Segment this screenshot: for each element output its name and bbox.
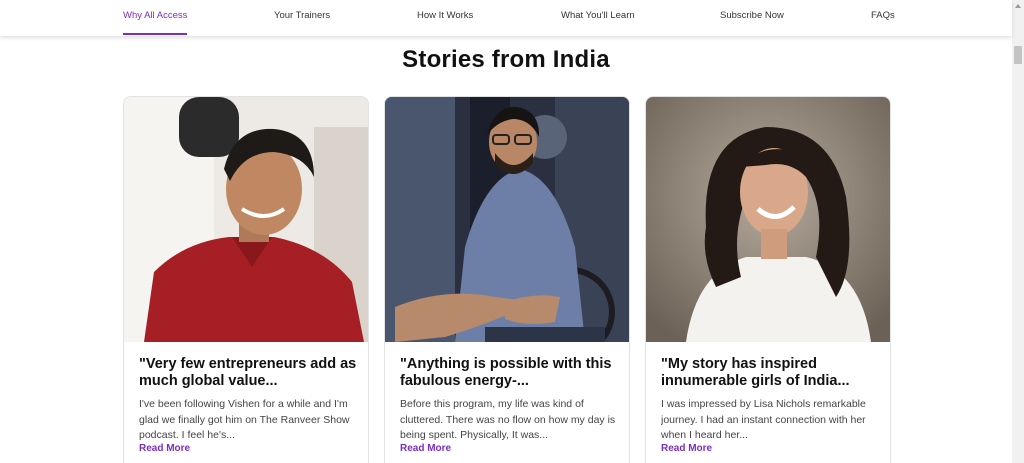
story-excerpt: Before this program, my life was kind of… [400,398,616,441]
scrollbar-thumb[interactable] [1014,46,1022,64]
nav-tab-how-it-works[interactable]: How It Works [417,0,473,36]
page-scrollbar[interactable] [1012,0,1024,463]
story-excerpt: I was impressed by Lisa Nichols remarkab… [661,398,866,441]
nav-tab-subscribe-now[interactable]: Subscribe Now [720,0,784,36]
story-card: "Anything is possible with this fabulous… [384,96,630,463]
top-nav: Why All Access Your Trainers How It Work… [0,0,1012,36]
nav-tab-faqs[interactable]: FAQs [871,0,895,36]
story-quote: "Anything is possible with this fabulous… [400,356,612,389]
read-more-link[interactable]: Read More [400,443,451,454]
story-photo [124,97,368,342]
read-more-link[interactable]: Read More [139,443,190,454]
story-excerpt: I've been following Vishen for a while a… [139,398,350,441]
nav-tab-why-all-access[interactable]: Why All Access [123,0,188,36]
story-card: "Very few entrepreneurs add as much glob… [123,96,369,463]
nav-tab-what-youll-learn[interactable]: What You'll Learn [561,0,635,36]
read-more-link[interactable]: Read More [661,443,712,454]
story-quote: "My story has inspired innumerable girls… [661,356,850,389]
story-quote: "Very few entrepreneurs add as much glob… [139,356,357,389]
section-title: Stories from India [402,46,610,73]
story-photo [646,97,890,342]
story-photo [385,97,629,342]
story-card: "My story has inspired innumerable girls… [645,96,891,463]
nav-tab-your-trainers[interactable]: Your Trainers [274,0,330,36]
scroll-up-arrow-icon[interactable] [1012,0,1024,12]
